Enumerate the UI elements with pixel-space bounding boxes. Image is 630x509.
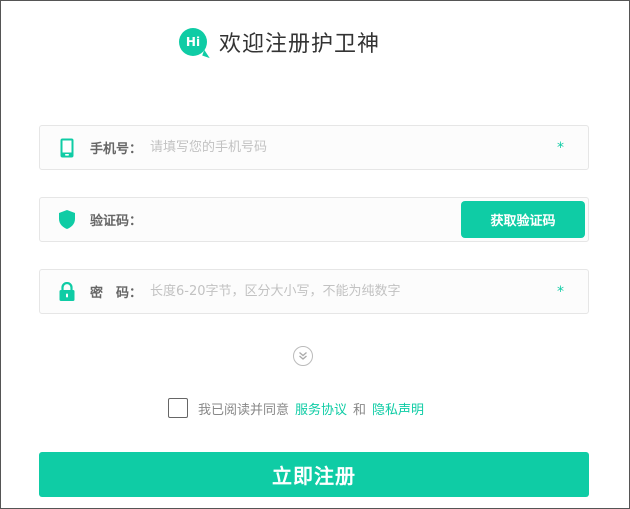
password-field[interactable]: 密 码： * xyxy=(39,269,589,314)
verification-code-label: 验证码： xyxy=(90,214,143,229)
expand-more-chevron-icon[interactable] xyxy=(293,346,313,366)
phone-required-mark: * xyxy=(557,139,564,156)
verification-code-field[interactable]: 验证码： 获取验证码 xyxy=(39,197,589,242)
agreement-and: 和 xyxy=(353,402,367,418)
hi-chat-bubble-icon: Hi xyxy=(179,28,207,56)
phone-label: 手机号： xyxy=(90,142,143,157)
terms-of-service-link[interactable]: 服务协议 xyxy=(295,399,347,418)
page-header: Hi 欢迎注册护卫神 xyxy=(179,25,380,59)
shield-icon xyxy=(58,209,76,231)
get-verification-code-button[interactable]: 获取验证码 xyxy=(461,201,585,238)
agreement-prefix: 我已阅读并同意 xyxy=(198,402,290,418)
agreement-row: 我已阅读并同意 服务协议 和 隐私声明 xyxy=(168,398,430,418)
mobile-phone-icon xyxy=(58,137,76,159)
password-input[interactable] xyxy=(148,283,557,300)
phone-field[interactable]: 手机号： * xyxy=(39,125,589,170)
verification-code-input[interactable] xyxy=(148,211,448,228)
lock-icon xyxy=(58,281,76,303)
password-label: 密 码： xyxy=(90,286,143,301)
page-title: 欢迎注册护卫神 xyxy=(219,32,381,57)
register-panel: Hi 欢迎注册护卫神 手机号： * 验证码： 获取验证码 xyxy=(0,0,630,509)
hi-badge-text: Hi xyxy=(185,35,201,49)
agreement-checkbox[interactable] xyxy=(168,398,188,418)
register-submit-button[interactable]: 立即注册 xyxy=(39,452,589,497)
phone-input[interactable] xyxy=(148,139,557,156)
password-required-mark: * xyxy=(557,283,564,300)
privacy-policy-link[interactable]: 隐私声明 xyxy=(372,399,424,418)
